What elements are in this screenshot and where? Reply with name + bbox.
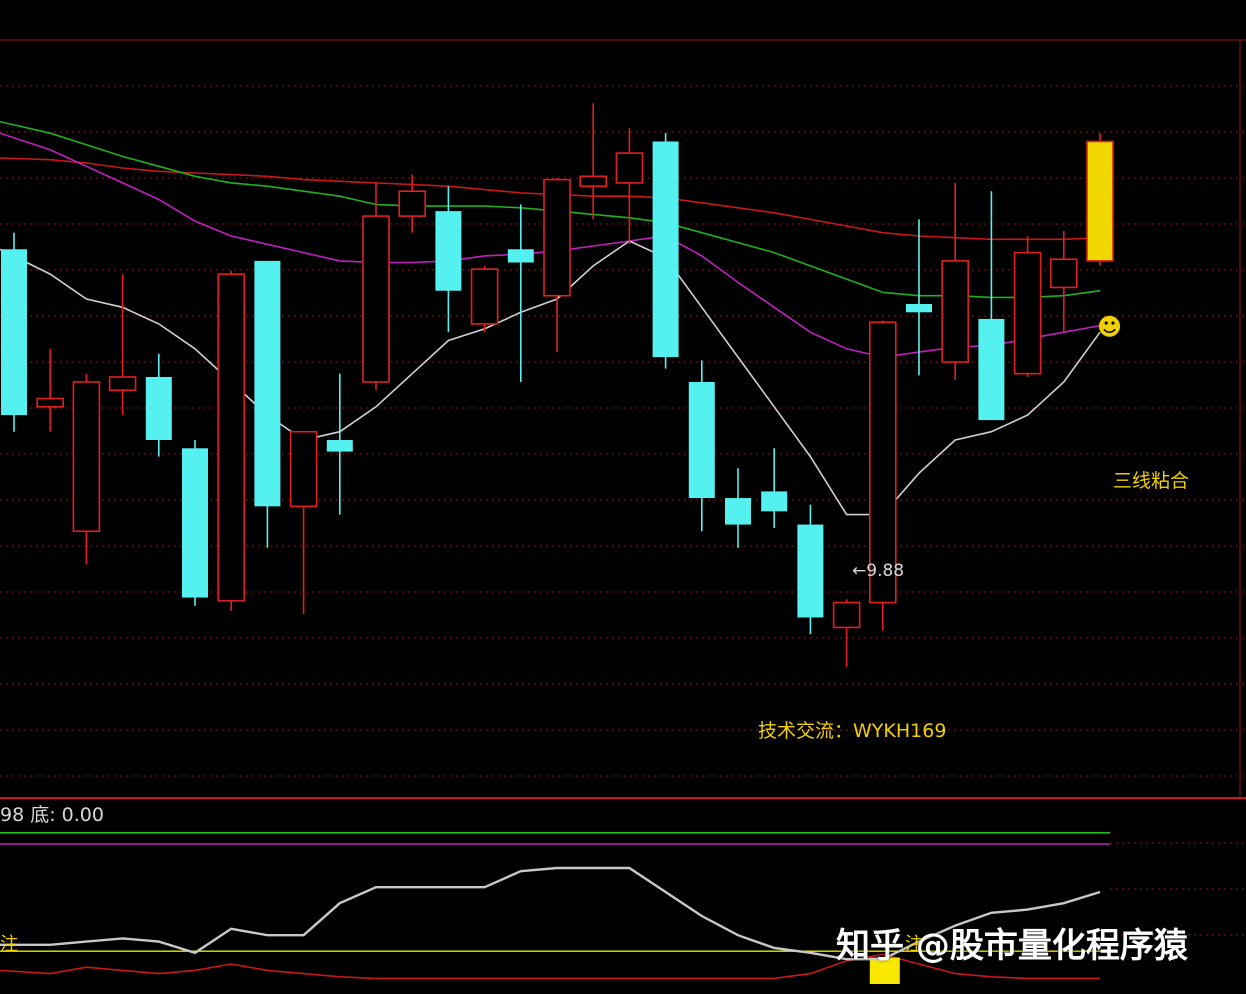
candle-body-up: [615, 152, 644, 184]
chart-canvas: [0, 39, 1246, 984]
candle-body-up: [72, 381, 101, 533]
candle-body-up: [36, 397, 65, 408]
candle-body-signal: [1086, 140, 1114, 262]
candle-body-up: [941, 260, 970, 363]
candle-body-up: [289, 430, 318, 508]
annotation-contact: 技术交流：WYKH169: [758, 720, 947, 742]
candle-body-down: [978, 318, 1005, 421]
annotation-three-lines: 三线粘合: [1113, 470, 1190, 492]
candle-body-up: [1013, 251, 1042, 375]
candle-body-up: [362, 215, 390, 383]
sub-left-marker: 注: [0, 934, 18, 955]
candles: [1, 103, 1114, 668]
candle-body-down: [435, 211, 462, 291]
candle-body-down: [761, 491, 788, 512]
candle-body-up: [832, 601, 861, 629]
candle-body-up: [1050, 258, 1078, 289]
candle-body-down: [906, 304, 932, 313]
low-price-label: ←9.88: [852, 561, 905, 581]
candle-body-down: [725, 498, 751, 525]
candle-body-down: [688, 381, 715, 499]
watermark: 知乎 @股市量化程序猿: [836, 926, 1188, 966]
low-price-value: 9.88: [866, 561, 905, 581]
sub-indicator-header: 98 底: 0.00: [0, 804, 104, 826]
candle-body-down: [507, 249, 534, 263]
candle-body-up: [217, 273, 245, 602]
candle-body-up: [108, 376, 137, 392]
candle-body-down: [326, 440, 353, 452]
candle-body-down: [145, 376, 172, 440]
candle-body-down: [797, 524, 824, 618]
candle-body-down: [1, 249, 27, 416]
candle-body-down: [652, 141, 679, 358]
candle-body-up: [579, 175, 608, 188]
candle-body-down: [254, 260, 281, 507]
candle-body-up: [470, 268, 499, 325]
candle-body-up: [398, 190, 427, 217]
candle-body-down: [182, 448, 208, 598]
smiley-icon: ☻: [1097, 313, 1123, 341]
candle-body-up: [543, 178, 571, 297]
